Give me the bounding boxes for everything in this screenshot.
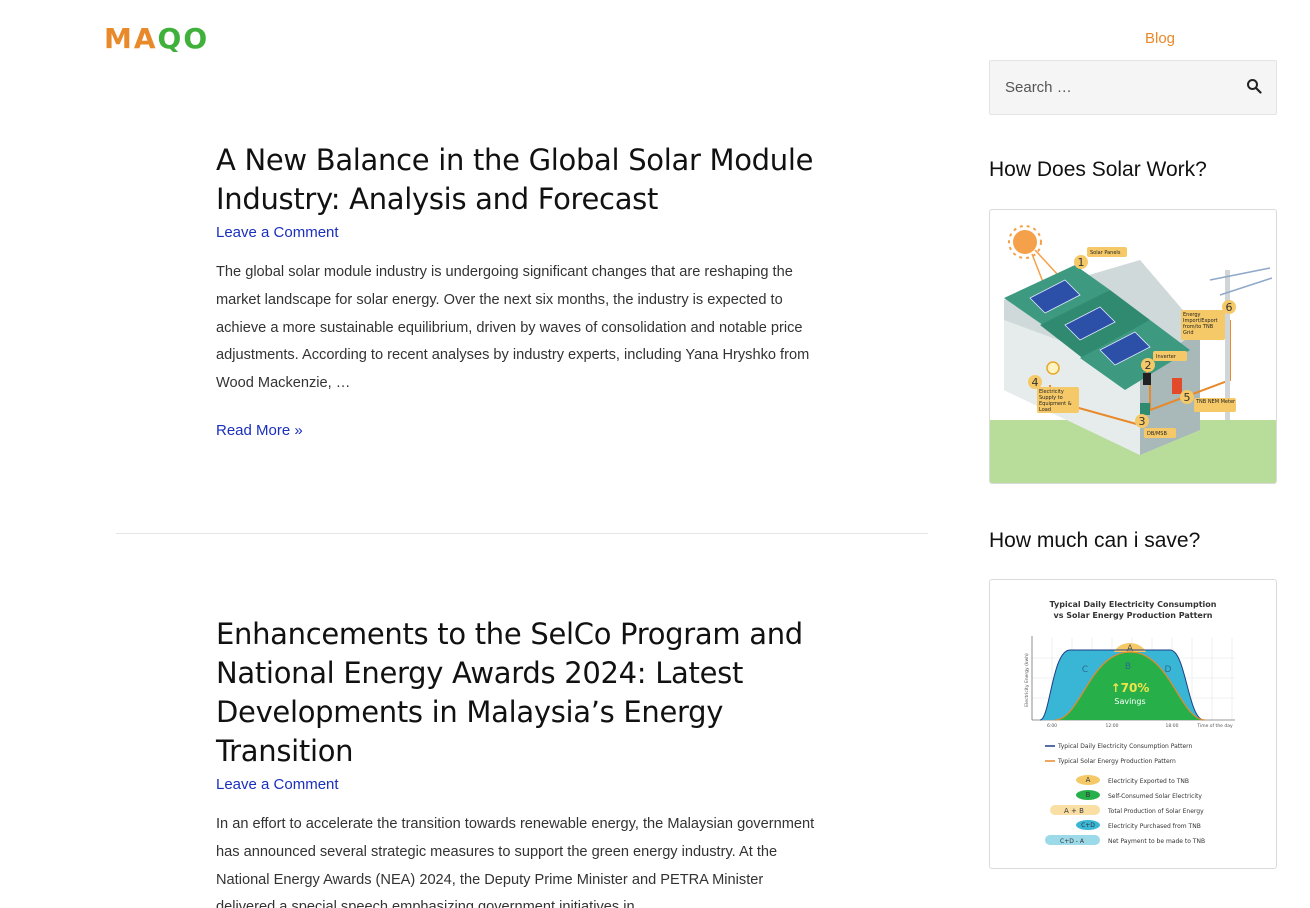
- sun-icon: [1008, 225, 1042, 259]
- svg-text:Solar Panels: Solar Panels: [1090, 250, 1121, 256]
- svg-text:Inverter: Inverter: [1156, 354, 1177, 360]
- svg-text:Typical Daily Electricity Cons: Typical Daily Electricity Consumption: [1050, 600, 1217, 609]
- svg-text:D: D: [1165, 665, 1172, 675]
- read-more-link[interactable]: Read More »: [216, 422, 826, 439]
- svg-text:Net Payment to be made to TNB: Net Payment to be made to TNB: [1108, 838, 1205, 845]
- svg-text:Electricity Purchased from TNB: Electricity Purchased from TNB: [1108, 823, 1201, 830]
- svg-text:12:00: 12:00: [1106, 723, 1119, 729]
- svg-text:Self-Consumed Solar Electricit: Self-Consumed Solar Electricity: [1108, 793, 1202, 800]
- maqo-logo[interactable]: MAQO: [104, 24, 268, 52]
- svg-text:Savings: Savings: [1114, 697, 1145, 706]
- svg-text:Electricity Energy (kwh): Electricity Energy (kwh): [1024, 653, 1030, 707]
- svg-text:Electricity Exported to TNB: Electricity Exported to TNB: [1108, 778, 1189, 785]
- post-article: A New Balance in the Global Solar Module…: [216, 141, 826, 439]
- svg-text:4: 4: [1032, 376, 1039, 389]
- tnb-meter-icon: [1172, 378, 1182, 394]
- svg-text:A: A: [1086, 776, 1091, 784]
- svg-text:A + B: A + B: [1064, 807, 1084, 815]
- svg-text:C+D - A: C+D - A: [1060, 838, 1085, 845]
- solar-house-illustration: 1 2 3 4 5 6 Solar Panels Inverter Energy…: [990, 225, 1276, 483]
- widget-title-solar-work: How Does Solar Work?: [989, 158, 1207, 181]
- svg-text:6:00: 6:00: [1047, 723, 1057, 729]
- bulb-icon: [1046, 361, 1060, 375]
- svg-text:6: 6: [1226, 301, 1233, 314]
- svg-text:1: 1: [1078, 256, 1085, 269]
- savings-illustration: Typical Daily Electricity Consumption vs…: [1024, 600, 1235, 845]
- svg-text:3: 3: [1139, 415, 1146, 428]
- svg-text:C+D: C+D: [1081, 822, 1095, 829]
- svg-text:Typical Daily Electricity Cons: Typical Daily Electricity Consumption Pa…: [1057, 743, 1193, 750]
- svg-text:B: B: [1086, 791, 1091, 799]
- post-excerpt: In an effort to accelerate the transitio…: [216, 816, 815, 908]
- logo-text-green: QO: [158, 24, 210, 52]
- leave-comment-link[interactable]: Leave a Comment: [216, 224, 826, 241]
- svg-text:B: B: [1125, 662, 1131, 672]
- search-form: [989, 60, 1277, 115]
- post-article: Enhancements to the SelCo Program and Na…: [216, 615, 826, 908]
- post-title[interactable]: A New Balance in the Global Solar Module…: [216, 141, 826, 219]
- search-icon: [1247, 78, 1262, 94]
- savings-diagram[interactable]: Typical Daily Electricity Consumption vs…: [989, 579, 1277, 869]
- svg-text:18:00: 18:00: [1166, 723, 1179, 729]
- svg-text:A: A: [1127, 644, 1134, 654]
- logo-text: MAQO: [104, 24, 209, 52]
- post-excerpt: The global solar module industry is unde…: [216, 264, 810, 392]
- svg-text:vs Solar Energy Production Pat: vs Solar Energy Production Pattern: [1054, 611, 1213, 620]
- post-divider: [116, 533, 928, 534]
- post-title[interactable]: Enhancements to the SelCo Program and Na…: [216, 615, 826, 771]
- inverter-icon: [1143, 373, 1151, 385]
- nav-blog-link[interactable]: Blog: [1145, 30, 1175, 47]
- db-msb-icon: [1140, 403, 1150, 415]
- svg-text:Typical Solar Energy Productio: Typical Solar Energy Production Pattern: [1057, 758, 1176, 765]
- svg-text:2: 2: [1145, 359, 1152, 372]
- svg-text:↑70%: ↑70%: [1111, 681, 1150, 695]
- widget-title-savings: How much can i save?: [989, 529, 1201, 552]
- svg-text:DB/MSB: DB/MSB: [1147, 431, 1167, 437]
- svg-text:C: C: [1082, 665, 1088, 675]
- solar-work-diagram[interactable]: 1 2 3 4 5 6 Solar Panels Inverter Energy…: [989, 209, 1277, 484]
- search-button[interactable]: [1244, 77, 1264, 97]
- leave-comment-link[interactable]: Leave a Comment: [216, 776, 826, 793]
- svg-text:Total Production of Solar Ener: Total Production of Solar Energy: [1107, 808, 1204, 815]
- logo-text-orange: MA: [104, 24, 158, 52]
- svg-text:5: 5: [1184, 391, 1191, 404]
- search-input[interactable]: [990, 61, 1230, 114]
- svg-text:Time of the day: Time of the day: [1196, 723, 1233, 729]
